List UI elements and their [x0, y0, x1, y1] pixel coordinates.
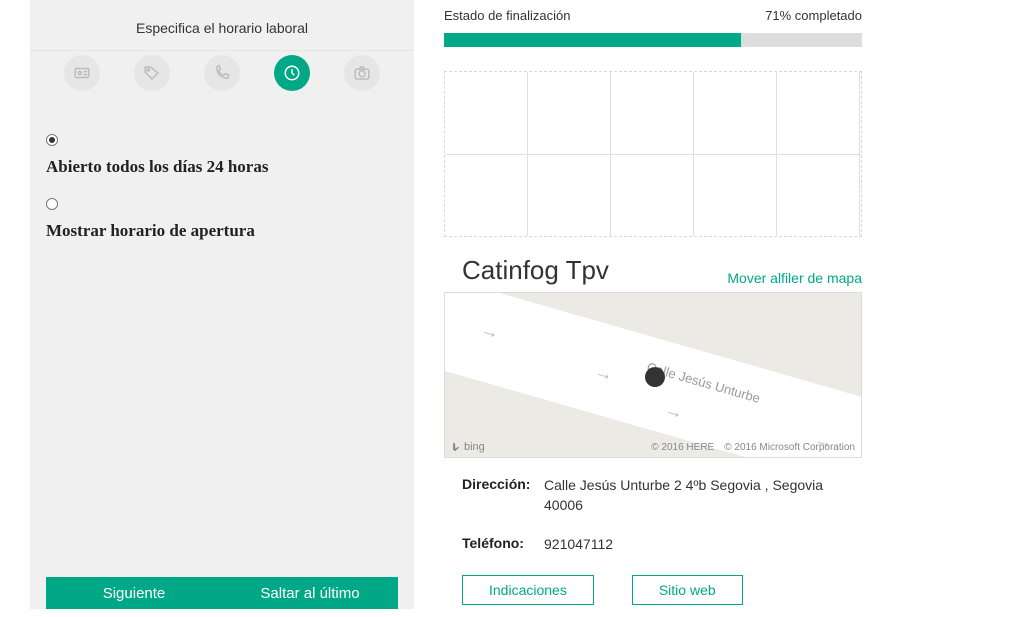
- website-button[interactable]: Sitio web: [632, 575, 743, 605]
- map-pin[interactable]: [645, 367, 665, 387]
- status-value: 71% completado: [765, 8, 862, 23]
- preview-panel: Estado de finalización 71% completado Ca…: [444, 0, 862, 609]
- status-label: Estado de finalización: [444, 8, 570, 23]
- step-clock[interactable]: [274, 55, 310, 91]
- option-open-always[interactable]: Abierto todos los días 24 horas: [46, 133, 398, 177]
- address-value: Calle Jesús Unturbe 2 4ºb Segovia , Sego…: [544, 476, 858, 515]
- completion-status: Estado de finalización 71% completado: [444, 8, 862, 23]
- map-preview[interactable]: → → Calle Jesús Unturbe → → bing © 2016 …: [444, 292, 862, 458]
- business-details: Dirección: Calle Jesús Unturbe 2 4ºb Seg…: [444, 458, 862, 555]
- hours-options: Abierto todos los días 24 horas Mostrar …: [30, 105, 414, 577]
- wizard-panel: Especifica el horario laboral Abierto to…: [30, 0, 414, 609]
- address-label: Dirección:: [462, 476, 544, 515]
- camera-icon: [353, 64, 371, 82]
- option-show-hours[interactable]: Mostrar horario de apertura: [46, 197, 398, 241]
- id-card-icon: [73, 64, 91, 82]
- phone-label: Teléfono:: [462, 535, 544, 555]
- tag-icon: [143, 64, 161, 82]
- step-tag[interactable]: [134, 55, 170, 91]
- wizard-steps: [30, 51, 414, 105]
- clock-icon: [283, 64, 301, 82]
- move-map-pin-link[interactable]: Mover alfiler de mapa: [727, 270, 862, 286]
- step-phone[interactable]: [204, 55, 240, 91]
- option-open-always-label: Abierto todos los días 24 horas: [46, 157, 398, 177]
- skip-button[interactable]: Saltar al último: [222, 577, 398, 609]
- progress-bar: [444, 33, 862, 47]
- directions-button[interactable]: Indicaciones: [462, 575, 594, 605]
- radio-show-hours[interactable]: [46, 198, 58, 210]
- map-attribution: © 2016 HERE © 2016 Microsoft Corporation: [651, 442, 855, 453]
- option-show-hours-label: Mostrar horario de apertura: [46, 221, 398, 241]
- business-name: Catinfog Tpv: [444, 255, 609, 286]
- radio-open-always[interactable]: [46, 134, 58, 146]
- phone-value: 921047112: [544, 535, 858, 555]
- step-camera[interactable]: [344, 55, 380, 91]
- next-button[interactable]: Siguiente: [46, 577, 222, 609]
- bing-icon: [451, 442, 461, 452]
- phone-icon: [213, 64, 231, 82]
- map-provider-logo: bing: [451, 441, 485, 453]
- progress-fill: [444, 33, 741, 47]
- wizard-footer: Siguiente Saltar al último: [46, 577, 398, 609]
- step-id-card[interactable]: [64, 55, 100, 91]
- image-placeholder-grid: [444, 71, 862, 237]
- wizard-title: Especifica el horario laboral: [30, 0, 414, 51]
